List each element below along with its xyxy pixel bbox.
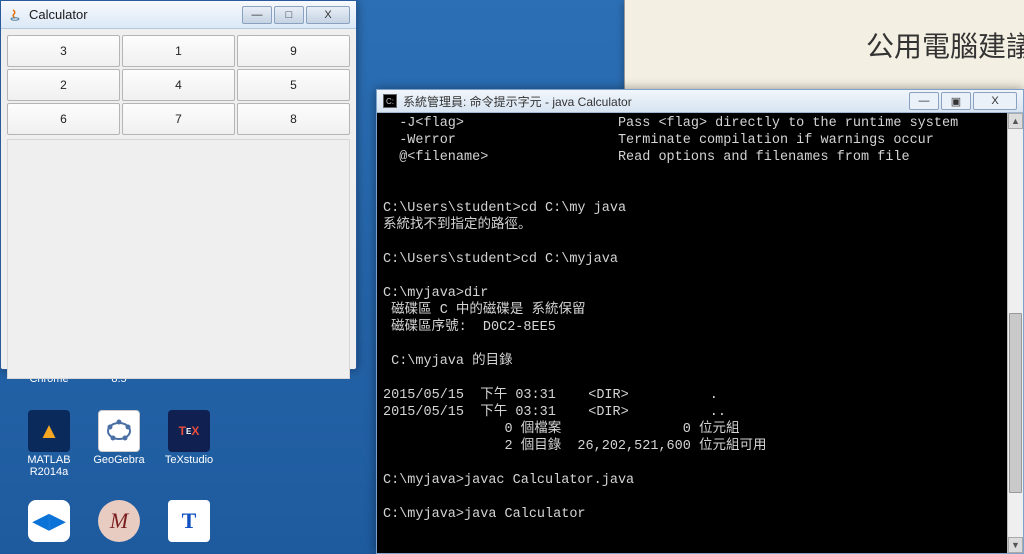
teamviewer-icon: ◀▶ <box>28 500 70 542</box>
calc-button-7[interactable]: 7 <box>122 103 235 135</box>
minimize-button[interactable]: — <box>242 6 272 24</box>
calc-button-3[interactable]: 3 <box>7 35 120 67</box>
calculator-grid: 3 1 9 2 4 5 6 7 8 <box>7 35 350 135</box>
cmd-icon: C: <box>383 94 397 108</box>
cmd-output[interactable]: -J<flag> Pass <flag> directly to the run… <box>377 113 1023 525</box>
maximize-button[interactable]: □ <box>274 6 304 24</box>
close-button[interactable]: X <box>306 6 350 24</box>
java-icon <box>7 7 23 23</box>
desktop-icon-geogebra[interactable]: GeoGebra <box>88 410 150 466</box>
calculator-panel <box>7 139 350 379</box>
cmd-window-controls: — ▣ X <box>907 92 1017 110</box>
calculator-body: 3 1 9 2 4 5 6 7 8 <box>1 29 356 385</box>
cmd-maximize-button[interactable]: ▣ <box>941 92 971 110</box>
geogebra-label: GeoGebra <box>88 454 150 466</box>
texstudio-icon: TEX <box>168 410 210 452</box>
calculator-window: Calculator — □ X 3 1 9 2 4 5 6 7 8 <box>0 0 357 370</box>
texstudio-label: TeXstudio <box>158 454 220 466</box>
calc-button-1[interactable]: 1 <box>122 35 235 67</box>
matlab-label: MATLAB R2014a <box>18 454 80 478</box>
calc-button-4[interactable]: 4 <box>122 69 235 101</box>
t-icon: T <box>168 500 210 542</box>
cmd-scrollbar[interactable]: ▲ ▼ <box>1007 113 1023 553</box>
m-icon: M <box>98 500 140 542</box>
calc-button-5[interactable]: 5 <box>237 69 350 101</box>
desktop-icon-matlab[interactable]: ▲ MATLAB R2014a <box>18 410 80 478</box>
desktop-icon-texstudio[interactable]: TEX TeXstudio <box>158 410 220 466</box>
cmd-window: C: 系統管理員: 命令提示字元 - java Calculator — ▣ X… <box>376 89 1024 554</box>
calc-button-2[interactable]: 2 <box>7 69 120 101</box>
geogebra-icon <box>98 410 140 452</box>
cmd-title: 系統管理員: 命令提示字元 - java Calculator <box>403 93 907 110</box>
scroll-thumb[interactable] <box>1009 313 1022 493</box>
calc-button-8[interactable]: 8 <box>237 103 350 135</box>
desktop-icon-t[interactable]: T <box>158 500 220 544</box>
desktop-icon-teamviewer[interactable]: ◀▶ <box>18 500 80 544</box>
cmd-titlebar[interactable]: C: 系統管理員: 命令提示字元 - java Calculator — ▣ X <box>377 90 1023 113</box>
calc-button-6[interactable]: 6 <box>7 103 120 135</box>
scroll-down-button[interactable]: ▼ <box>1008 537 1023 553</box>
matlab-icon: ▲ <box>28 410 70 452</box>
calculator-titlebar[interactable]: Calculator — □ X <box>1 1 356 29</box>
scroll-up-button[interactable]: ▲ <box>1008 113 1023 129</box>
calculator-window-controls: — □ X <box>240 6 350 24</box>
cmd-close-button[interactable]: X <box>973 92 1017 110</box>
cmd-minimize-button[interactable]: — <box>909 92 939 110</box>
calculator-title: Calculator <box>29 7 240 22</box>
desktop-icon-m[interactable]: M <box>88 500 150 544</box>
calc-button-9[interactable]: 9 <box>237 35 350 67</box>
